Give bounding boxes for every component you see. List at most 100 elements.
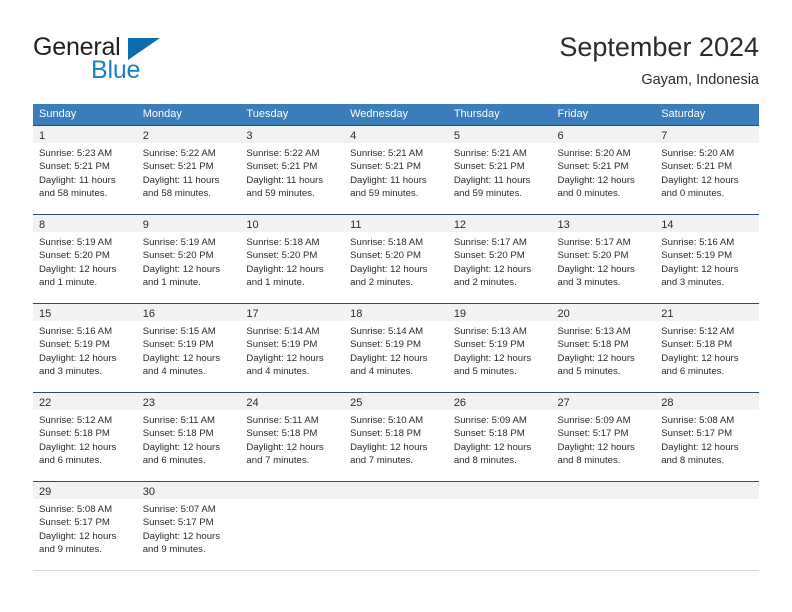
daylight-text-line1: Daylight: 12 hours	[39, 263, 117, 275]
sunrise-text: Sunrise: 5:08 AM	[661, 415, 735, 426]
sunrise-text: Sunrise: 5:18 AM	[246, 237, 320, 248]
day-number-bar: 21	[655, 304, 759, 321]
daylight-text-line1: Daylight: 12 hours	[350, 441, 428, 453]
sunset-text: Sunset: 5:19 PM	[39, 339, 110, 351]
day-cell[interactable]: 1 Sunrise: 5:23 AM Sunset: 5:21 PM Daylight…	[33, 126, 137, 214]
day-number: 21	[661, 308, 674, 320]
day-cell-body: Sunrise: 5:20 AM Sunset: 5:21 PM Daylight:…	[552, 143, 656, 201]
sunset-text: Sunset: 5:20 PM	[246, 250, 318, 262]
day-number-bar: 27	[551, 393, 656, 410]
daylight-text-line2: and 7 minutes.	[246, 455, 310, 467]
sunset-text: Sunset: 5:18 PM	[246, 428, 318, 440]
daylight-text-line2: and 3 minutes.	[557, 277, 621, 289]
day-number: 29	[39, 486, 52, 498]
sunrise-text: Sunrise: 5:12 AM	[661, 326, 735, 337]
daylight-text-line2: and 59 minutes.	[350, 188, 419, 200]
day-cell[interactable]: 2 Sunrise: 5:22 AM Sunset: 5:21 PM Daylight…	[136, 126, 241, 214]
day-number-bar: 2	[136, 126, 241, 143]
day-cell[interactable]: 6 Sunrise: 5:20 AM Sunset: 5:21 PM Daylight…	[551, 126, 656, 214]
day-cell[interactable]: 3 Sunrise: 5:22 AM Sunset: 5:21 PM Daylight…	[240, 126, 345, 214]
day-cell[interactable]: 13 Sunrise: 5:17 AM Sunset: 5:20 PM Dayligh…	[551, 215, 656, 303]
day-cell[interactable]: 11 Sunrise: 5:18 AM Sunset: 5:20 PM Dayligh…	[344, 215, 448, 303]
day-cell-body: Sunrise: 5:16 AM Sunset: 5:19 PM Daylight:…	[655, 232, 759, 290]
day-cell[interactable]: 15 Sunrise: 5:16 AM Sunset: 5:19 PM Dayligh…	[33, 304, 137, 392]
sunrise-text: Sunrise: 5:21 AM	[350, 148, 424, 159]
sunset-text: Sunset: 5:18 PM	[557, 339, 629, 351]
daylight-text-line2: and 4 minutes.	[142, 366, 206, 378]
day-cell[interactable]: 8 Sunrise: 5:19 AM Sunset: 5:20 PM Daylight…	[33, 215, 137, 303]
daylight-text-line2: and 59 minutes.	[246, 188, 315, 200]
day-number: 28	[661, 397, 674, 409]
day-cell-body: Sunrise: 5:21 AM Sunset: 5:21 PM Daylight:…	[448, 143, 552, 201]
daylight-text-line1: Daylight: 12 hours	[453, 263, 532, 275]
daylight-text-line2: and 1 minute.	[246, 277, 305, 289]
day-cell[interactable]: 27 Sunrise: 5:09 AM Sunset: 5:17 PM Dayligh…	[551, 393, 656, 481]
daylight-text-line1: Daylight: 12 hours	[246, 352, 324, 364]
daylight-text-line2: and 7 minutes.	[350, 455, 414, 467]
day-cell[interactable]: 23 Sunrise: 5:11 AM Sunset: 5:18 PM Dayligh…	[136, 393, 241, 481]
sunset-text: Sunset: 5:20 PM	[39, 250, 110, 262]
day-cell-body	[655, 499, 759, 503]
day-number-bar	[240, 482, 345, 499]
day-cell[interactable]: 12 Sunrise: 5:17 AM Sunset: 5:20 PM Dayligh…	[447, 215, 552, 303]
day-cell[interactable]: 18 Sunrise: 5:14 AM Sunset: 5:19 PM Dayligh…	[344, 304, 448, 392]
day-cell[interactable]: 4 Sunrise: 5:21 AM Sunset: 5:21 PM Daylight…	[344, 126, 448, 214]
day-cell[interactable]: 10 Sunrise: 5:18 AM Sunset: 5:20 PM Dayligh…	[240, 215, 345, 303]
day-cell[interactable]: 7 Sunrise: 5:20 AM Sunset: 5:21 PM Daylight…	[655, 126, 759, 214]
sunset-text: Sunset: 5:18 PM	[39, 428, 110, 440]
sunset-text: Sunset: 5:19 PM	[350, 339, 422, 351]
day-number-bar: 30	[136, 482, 241, 499]
day-number-bar: 5	[447, 126, 552, 143]
day-cell[interactable]: 25 Sunrise: 5:10 AM Sunset: 5:18 PM Dayligh…	[344, 393, 448, 481]
sunset-text: Sunset: 5:20 PM	[557, 250, 629, 262]
sunset-text: Sunset: 5:21 PM	[557, 161, 629, 173]
weekday-header-thursday: Thursday	[453, 108, 500, 120]
sunset-text: Sunset: 5:19 PM	[661, 250, 733, 262]
day-cell[interactable]: 5 Sunrise: 5:21 AM Sunset: 5:21 PM Daylight…	[447, 126, 552, 214]
day-cell[interactable]: 22 Sunrise: 5:12 AM Sunset: 5:18 PM Dayligh…	[33, 393, 137, 481]
day-cell[interactable]: 17 Sunrise: 5:14 AM Sunset: 5:19 PM Dayligh…	[240, 304, 345, 392]
day-cell[interactable]: 24 Sunrise: 5:11 AM Sunset: 5:18 PM Dayligh…	[240, 393, 345, 481]
day-cell[interactable]: 21 Sunrise: 5:12 AM Sunset: 5:18 PM Dayligh…	[655, 304, 759, 392]
daylight-text-line2: and 8 minutes.	[453, 455, 517, 467]
day-number-bar: 6	[551, 126, 656, 143]
daylight-text-line1: Daylight: 11 hours	[453, 174, 531, 186]
daylight-text-line1: Daylight: 12 hours	[557, 174, 635, 186]
calendar-week-row: 15 Sunrise: 5:16 AM Sunset: 5:19 PM Dayligh…	[33, 303, 759, 392]
daylight-text-line1: Daylight: 12 hours	[39, 352, 117, 364]
day-cell[interactable]: 16 Sunrise: 5:15 AM Sunset: 5:19 PM Dayligh…	[136, 304, 241, 392]
sunset-text: Sunset: 5:18 PM	[142, 428, 214, 440]
day-cell[interactable]: 30 Sunrise: 5:07 AM Sunset: 5:17 PM Dayligh…	[136, 482, 241, 570]
daylight-text-line2: and 0 minutes.	[661, 188, 725, 200]
day-cell-body: Sunrise: 5:13 AM Sunset: 5:19 PM Daylight:…	[448, 321, 552, 379]
calendar-week-cells: 1 Sunrise: 5:23 AM Sunset: 5:21 PM Daylight…	[33, 126, 759, 214]
sunrise-text: Sunrise: 5:19 AM	[142, 237, 216, 248]
day-number-bar: 7	[655, 126, 759, 143]
day-number-bar	[447, 482, 552, 499]
day-cell[interactable]: 29 Sunrise: 5:08 AM Sunset: 5:17 PM Dayligh…	[33, 482, 137, 570]
brand-logo[interactable]: General Blue	[33, 33, 233, 85]
daylight-text-line1: Daylight: 12 hours	[39, 441, 117, 453]
day-cell[interactable]: 20 Sunrise: 5:13 AM Sunset: 5:18 PM Dayligh…	[551, 304, 656, 392]
day-cell[interactable]: 28 Sunrise: 5:08 AM Sunset: 5:17 PM Dayligh…	[655, 393, 759, 481]
sunrise-text: Sunrise: 5:21 AM	[453, 148, 527, 159]
day-number-bar: 4	[344, 126, 448, 143]
daylight-text-line2: and 9 minutes.	[39, 544, 102, 556]
day-number: 5	[453, 130, 460, 142]
day-cell-body: Sunrise: 5:18 AM Sunset: 5:20 PM Daylight:…	[240, 232, 344, 290]
day-number: 2	[142, 130, 149, 142]
day-cell[interactable]: 19 Sunrise: 5:13 AM Sunset: 5:19 PM Dayligh…	[447, 304, 552, 392]
daylight-text-line1: Daylight: 11 hours	[142, 174, 220, 186]
day-cell[interactable]: 9 Sunrise: 5:19 AM Sunset: 5:20 PM Daylight…	[136, 215, 241, 303]
daylight-text-line1: Daylight: 12 hours	[142, 352, 221, 364]
sunset-text: Sunset: 5:18 PM	[350, 428, 422, 440]
sunset-text: Sunset: 5:21 PM	[453, 161, 525, 173]
day-cell-body: Sunrise: 5:21 AM Sunset: 5:21 PM Daylight:…	[344, 143, 448, 201]
daylight-text-line1: Daylight: 12 hours	[350, 352, 428, 364]
day-cell[interactable]: 14 Sunrise: 5:16 AM Sunset: 5:19 PM Dayligh…	[655, 215, 759, 303]
daylight-text-line1: Daylight: 11 hours	[39, 174, 116, 186]
sunset-text: Sunset: 5:19 PM	[142, 339, 214, 351]
day-cell-body: Sunrise: 5:07 AM Sunset: 5:17 PM Daylight:…	[137, 499, 241, 557]
day-cell[interactable]: 26 Sunrise: 5:09 AM Sunset: 5:18 PM Dayligh…	[447, 393, 552, 481]
daylight-text-line1: Daylight: 11 hours	[350, 174, 427, 186]
